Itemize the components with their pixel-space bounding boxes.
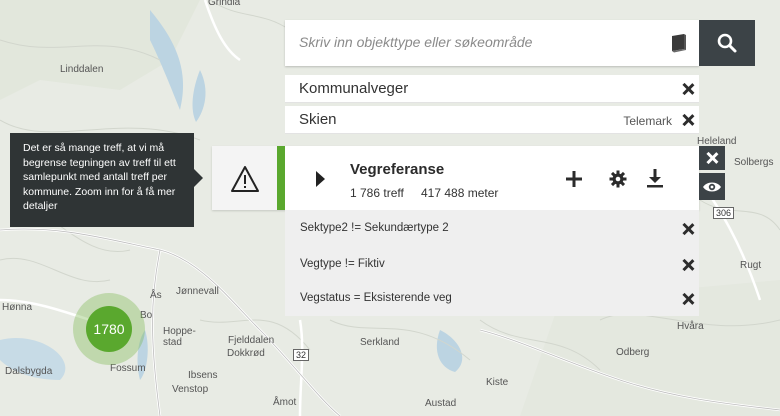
search-icon bbox=[717, 33, 737, 53]
place-label: Hvåra bbox=[677, 321, 704, 332]
close-icon[interactable] bbox=[682, 293, 694, 305]
condition-row: Vegtype != Fiktiv bbox=[285, 246, 699, 281]
book-icon[interactable] bbox=[668, 32, 690, 54]
result-card: Vegreferanse 1 786 treff 417 488 meter bbox=[212, 146, 699, 210]
result-count: 1 786 treff bbox=[350, 186, 404, 200]
gear-icon[interactable] bbox=[609, 170, 627, 188]
place-label: Austad bbox=[425, 398, 457, 409]
eye-icon bbox=[703, 182, 721, 191]
condition-label: Vegtype != Fiktiv bbox=[300, 258, 385, 270]
warning-icon bbox=[231, 166, 259, 192]
search-bar bbox=[285, 20, 699, 66]
close-icon bbox=[706, 152, 718, 164]
plus-icon[interactable] bbox=[565, 170, 583, 188]
place-label: Fossum bbox=[110, 363, 146, 374]
place-label: Solbergs bbox=[734, 157, 774, 168]
place-label: Dokkrød bbox=[227, 348, 265, 359]
condition-label: Vegstatus = Eksisterende veg bbox=[300, 292, 452, 304]
close-icon[interactable] bbox=[682, 83, 694, 95]
place-label: Dalsbygda bbox=[5, 366, 53, 377]
place-label: Linddalen bbox=[60, 64, 104, 75]
warning-tooltip: Det er så mange treff, at vi må begrense… bbox=[10, 133, 203, 227]
close-button[interactable] bbox=[699, 146, 725, 170]
filter-row-objecttype: Kommunalveger bbox=[285, 75, 699, 103]
place-label: Venstop bbox=[172, 384, 209, 395]
result-length: 417 488 meter bbox=[421, 186, 499, 200]
place-label: Odberg bbox=[616, 347, 650, 358]
search-input[interactable] bbox=[299, 34, 659, 50]
result-title: Vegreferanse bbox=[350, 161, 445, 178]
place-label: Grindla bbox=[208, 0, 241, 8]
cluster-marker[interactable]: 1780 bbox=[86, 306, 132, 352]
place-label: Fjelddalen bbox=[228, 335, 275, 346]
visibility-button[interactable] bbox=[699, 173, 725, 200]
filter-sub-label: Telemark bbox=[623, 114, 672, 128]
place-label: Serkland bbox=[360, 337, 400, 348]
place-label: Hoppe-stad bbox=[163, 326, 196, 348]
place-label: Ibsens bbox=[188, 370, 218, 381]
place-label: Kiste bbox=[486, 377, 509, 388]
filter-label: Kommunalveger bbox=[299, 80, 409, 97]
warning-zone bbox=[212, 146, 277, 210]
filter-row-area: Skien Telemark bbox=[285, 106, 699, 134]
condition-row: Vegstatus = Eksisterende veg bbox=[285, 280, 699, 315]
condition-label: Sektype2 != Sekundærtype 2 bbox=[300, 222, 449, 234]
place-label: Åmot bbox=[273, 397, 297, 408]
close-icon[interactable] bbox=[682, 223, 694, 235]
close-icon[interactable] bbox=[682, 114, 694, 126]
place-label: Rugt bbox=[740, 260, 762, 271]
expand-icon[interactable] bbox=[316, 171, 325, 187]
road-number: 306 bbox=[713, 207, 735, 219]
place-label: Ås bbox=[150, 290, 162, 301]
place-label: Hønna bbox=[2, 302, 33, 313]
close-icon[interactable] bbox=[682, 259, 694, 271]
place-label: Jønnevall bbox=[176, 286, 219, 297]
search-button[interactable] bbox=[699, 20, 755, 66]
filter-label: Skien bbox=[299, 111, 337, 128]
result-accent-bar bbox=[277, 146, 285, 210]
road-number: 32 bbox=[293, 349, 310, 361]
conditions-panel: Sektype2 != Sekundærtype 2 Vegtype != Fi… bbox=[285, 210, 699, 316]
download-icon[interactable] bbox=[646, 168, 664, 188]
condition-row: Sektype2 != Sekundærtype 2 bbox=[285, 210, 699, 245]
